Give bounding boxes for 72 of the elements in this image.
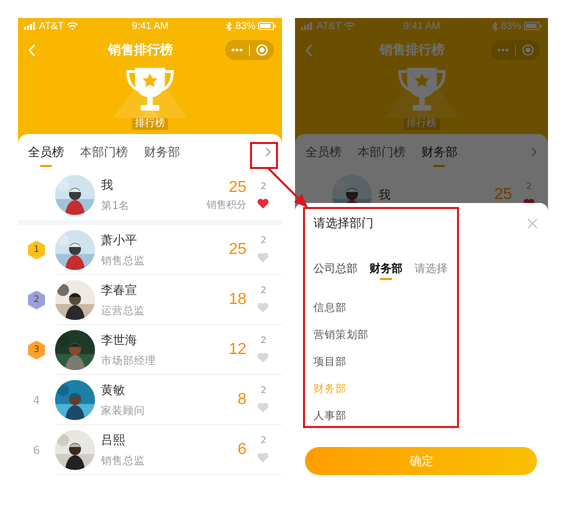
carrier-name: AT&T bbox=[39, 20, 64, 32]
tab[interactable]: 全员榜 bbox=[28, 140, 64, 164]
person-name: 吕熙 bbox=[101, 432, 126, 448]
signal-icon bbox=[24, 22, 36, 30]
job-title: 销售总监 bbox=[101, 454, 146, 468]
score: 12 bbox=[228, 340, 246, 358]
department-option[interactable]: 信息部 bbox=[313, 299, 346, 317]
bluetooth-icon bbox=[492, 22, 498, 30]
score: 25 bbox=[228, 240, 246, 258]
person-name: 李春宣 bbox=[101, 282, 138, 298]
step-tab[interactable]: 财务部 bbox=[369, 258, 402, 285]
more-icon[interactable] bbox=[497, 48, 509, 52]
more-icon[interactable] bbox=[231, 48, 244, 52]
step-tab[interactable]: 请选择 bbox=[414, 258, 448, 285]
tab[interactable]: 财务部 bbox=[421, 140, 458, 164]
department-option[interactable]: 人事部 bbox=[313, 407, 346, 425]
battery-percent: 83% bbox=[235, 20, 256, 32]
back-icon[interactable] bbox=[305, 44, 314, 56]
rank-number: 6 bbox=[33, 444, 40, 456]
job-title: 运营总监 bbox=[101, 304, 146, 318]
like-count: 2 bbox=[260, 386, 266, 396]
person-name: 黄敏 bbox=[101, 382, 126, 398]
wifi-icon bbox=[66, 22, 78, 30]
trophy-label: 排行榜 bbox=[132, 118, 168, 130]
sheet-title: 请选择部门 bbox=[313, 215, 374, 232]
battery-icon bbox=[258, 22, 276, 30]
like-count: 2 bbox=[260, 236, 266, 246]
menu-capsule[interactable] bbox=[225, 40, 274, 60]
wifi-icon bbox=[344, 22, 356, 30]
rank-badge: 1 bbox=[28, 240, 45, 260]
chevron-right-icon[interactable] bbox=[531, 147, 537, 157]
annotation-arrow bbox=[266, 166, 310, 210]
chevron-right-icon[interactable] bbox=[265, 147, 272, 157]
department-option[interactable]: 营销策划部 bbox=[313, 326, 368, 344]
trophy-label: 排行榜 bbox=[404, 118, 440, 130]
step-tab[interactable]: 公司总部 bbox=[313, 258, 358, 285]
status-time: 9:41 AM bbox=[132, 20, 169, 32]
job-title: 家装顾问 bbox=[101, 404, 146, 418]
department-option[interactable]: 项目部 bbox=[313, 353, 346, 371]
tab[interactable]: 本部门榜 bbox=[80, 140, 128, 164]
rank-badge: 3 bbox=[28, 340, 45, 360]
rank-badge: 2 bbox=[28, 290, 45, 310]
score: 18 bbox=[228, 290, 246, 308]
like-count: 2 bbox=[260, 436, 266, 446]
score: 25 bbox=[228, 178, 246, 196]
score: 6 bbox=[238, 440, 246, 458]
job-title: 销售总监 bbox=[101, 254, 146, 268]
person-name: 我 bbox=[378, 186, 392, 204]
battery-icon bbox=[524, 22, 542, 30]
status-time: 9:41 AM bbox=[403, 20, 440, 32]
tab[interactable]: 财务部 bbox=[144, 140, 180, 164]
bluetooth-icon bbox=[226, 22, 232, 30]
score: 25 bbox=[494, 186, 512, 204]
battery-percent: 83% bbox=[500, 20, 521, 32]
like-count: 2 bbox=[260, 336, 266, 346]
score-label: 销售积分 bbox=[206, 198, 246, 212]
person-name: 李世海 bbox=[101, 332, 138, 348]
rank-number: 4 bbox=[33, 394, 40, 406]
person-name: 萧小平 bbox=[101, 232, 138, 248]
person-name: 我 bbox=[101, 177, 114, 194]
job-title: 市场部经理 bbox=[101, 354, 157, 368]
highlight-frame bbox=[250, 142, 278, 169]
like-count: 2 bbox=[260, 286, 266, 296]
signal-icon bbox=[301, 22, 314, 30]
carrier-name: AT&T bbox=[316, 20, 342, 32]
page-title: 销售排行榜 bbox=[378, 42, 446, 59]
like-count: 2 bbox=[260, 182, 266, 192]
score: 8 bbox=[238, 390, 246, 408]
heart-icon[interactable] bbox=[257, 198, 270, 208]
page-title: 销售排行榜 bbox=[106, 42, 174, 59]
rank-text: 第1名 bbox=[101, 199, 131, 213]
back-icon[interactable] bbox=[28, 44, 36, 56]
